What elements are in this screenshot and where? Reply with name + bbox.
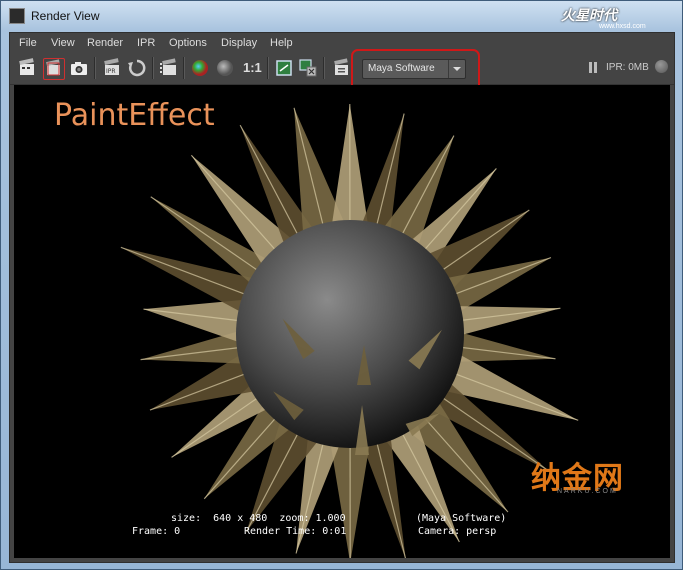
menu-render[interactable]: Render	[87, 37, 123, 49]
hud-render-time: Render Time: 0:01	[244, 526, 347, 537]
site-logo: 火星时代	[561, 7, 617, 23]
menu-display[interactable]: Display	[221, 37, 257, 49]
menu-view[interactable]: View	[51, 37, 75, 49]
render-region-icon[interactable]	[43, 58, 65, 80]
hud-size-zoom: size: 640 x 480 zoom: 1.000	[171, 513, 346, 524]
window-title: Render View	[31, 9, 100, 23]
site-url: www.hxsd.com	[599, 23, 646, 30]
render-settings-icon[interactable]	[332, 58, 352, 78]
ipr-status-icon[interactable]	[655, 60, 668, 73]
sphere	[236, 220, 464, 448]
toolbar-separator	[323, 57, 325, 79]
snapshot-icon[interactable]	[69, 58, 89, 78]
remove-image-icon[interactable]	[298, 58, 318, 78]
ipr-memory-label: IPR: 0MB	[606, 62, 649, 73]
menu-bar: File View Render IPR Options Display Hel…	[10, 33, 674, 54]
alpha-channel-icon[interactable]	[215, 58, 235, 78]
menu-options[interactable]: Options	[169, 37, 207, 49]
maya-app-icon	[9, 8, 25, 24]
render-view-window: Render View 火星时代 www.hxsd.com File View …	[0, 0, 683, 570]
hud-frame: Frame: 0	[132, 526, 181, 537]
refresh-ipr-icon[interactable]	[127, 58, 147, 78]
menu-help[interactable]: Help	[270, 37, 293, 49]
render-overlay-title: PaintEffect	[54, 98, 215, 133]
toolbar-separator	[94, 57, 96, 79]
render-sequence-icon[interactable]	[159, 58, 179, 78]
redo-render-icon[interactable]	[17, 58, 37, 78]
toolbar-separator	[183, 57, 185, 79]
ipr-render-icon[interactable]: IPR	[102, 58, 122, 78]
hud-camera: Camera: persp	[418, 526, 497, 537]
title-bar: Render View 火星时代 www.hxsd.com	[1, 1, 682, 32]
rgb-channels-icon[interactable]	[190, 58, 210, 78]
hud-renderer: (Maya Software)	[416, 513, 507, 524]
menu-ipr[interactable]: IPR	[137, 37, 155, 49]
toolbar-separator	[267, 57, 269, 79]
keep-image-icon[interactable]	[274, 58, 294, 78]
toolbar: IPR 1:1 Maya Software IPR: 0MB	[10, 49, 674, 96]
watermark-url: NARKU.COM	[557, 488, 618, 495]
pause-icon[interactable]	[588, 62, 598, 73]
menu-file[interactable]: File	[19, 37, 37, 49]
zoom-1to1-icon[interactable]: 1:1	[243, 60, 262, 75]
toolbar-separator	[152, 57, 154, 79]
svg-text:IPR: IPR	[106, 68, 116, 75]
